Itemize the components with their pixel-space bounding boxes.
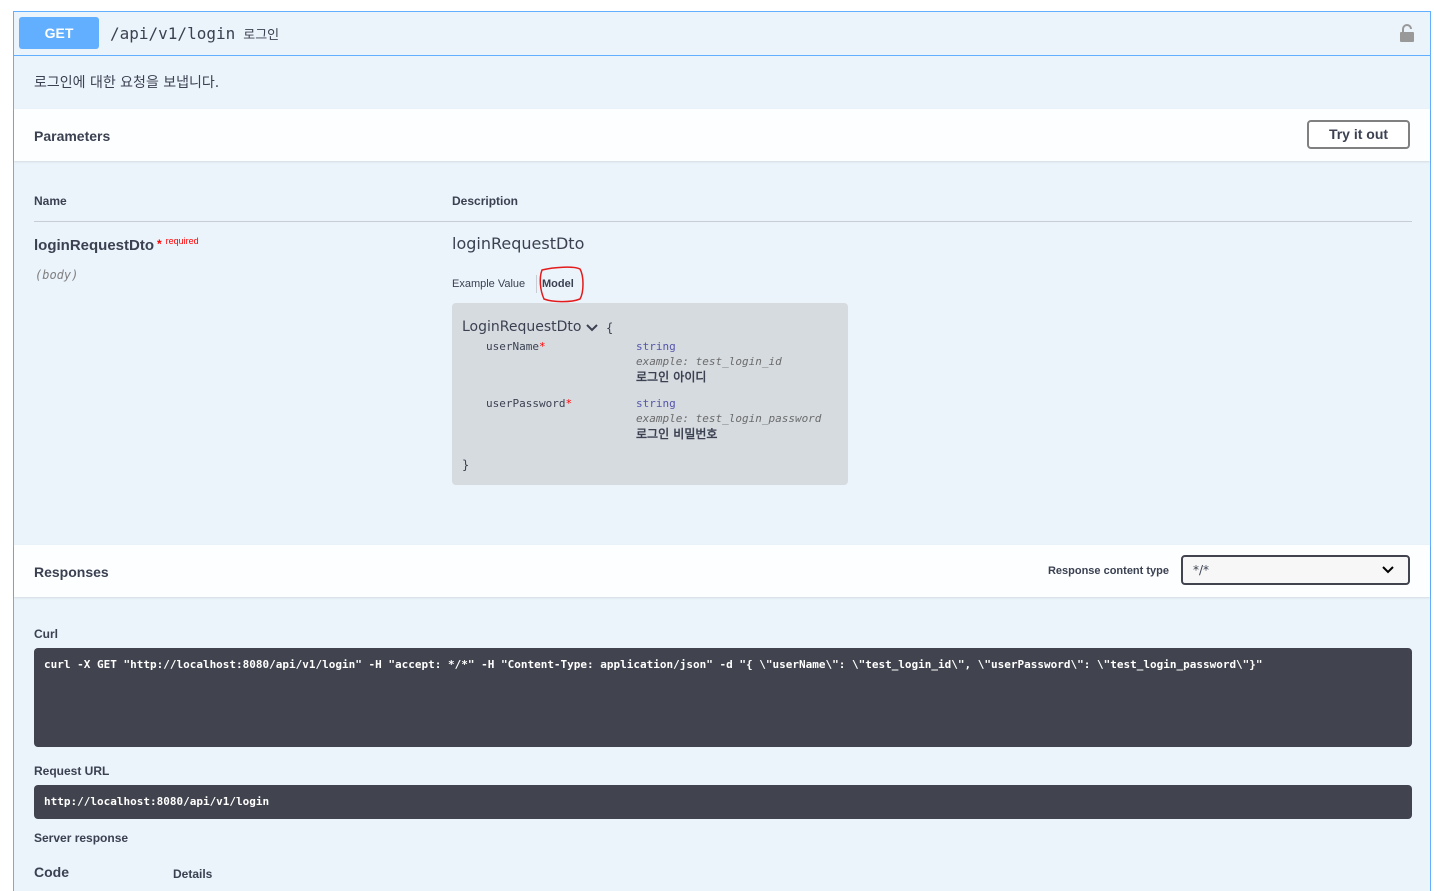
response-content-type-select[interactable]: */* <box>1181 555 1410 585</box>
col-code-header: Code <box>34 864 69 880</box>
chevron-down-icon[interactable] <box>586 323 598 333</box>
tab-example-value[interactable]: Example Value <box>452 278 525 290</box>
request-url[interactable]: http://localhost:8080/api/v1/login <box>34 785 1412 819</box>
red-circle-annotation <box>539 266 584 303</box>
operation-path: /api/v1/login 로그인 <box>110 24 279 43</box>
responses-title: Responses <box>34 564 109 580</box>
required-star: * <box>157 237 162 251</box>
model-title: LoginRequestDto <box>462 319 582 335</box>
prop-type: string <box>636 397 676 410</box>
prop-description: 로그인 아이디 <box>636 370 707 384</box>
parameters-title: Parameters <box>34 128 111 144</box>
operation-summary[interactable]: GET /api/v1/login 로그인 <box>14 12 1430 56</box>
server-response-label: Server response <box>34 831 129 845</box>
required-label: required <box>165 236 199 246</box>
model-prop-userpassword: userPassword* <box>486 397 572 410</box>
method-badge: GET <box>19 17 99 49</box>
path-text: /api/v1/login <box>110 24 236 43</box>
prop-required-star: * <box>538 340 546 353</box>
prop-example: example: test_login_id <box>636 355 782 368</box>
prop-description: 로그인 비밀번호 <box>636 427 718 441</box>
prop-name: userName <box>486 340 539 353</box>
schema-name: loginRequestDto <box>452 234 585 253</box>
prop-required-star: * <box>565 397 573 410</box>
col-details-header: Details <box>173 867 213 881</box>
header-divider <box>34 221 1412 222</box>
parameters-header: Parameters Try it out <box>14 109 1430 161</box>
param-name: loginRequestDto * required <box>34 236 199 254</box>
try-it-out-button[interactable]: Try it out <box>1307 120 1410 149</box>
model-box: LoginRequestDto { userName* string examp… <box>452 303 848 485</box>
model-prop-username: userName* <box>486 340 546 353</box>
curl-label: Curl <box>34 627 58 641</box>
operation-summary-text: 로그인 <box>243 28 280 43</box>
col-description-header: Description <box>452 194 519 208</box>
prop-example: example: test_login_password <box>636 412 822 425</box>
lock-icon[interactable] <box>1400 24 1414 42</box>
param-name-text: loginRequestDto <box>34 237 154 254</box>
param-location: (body) <box>35 268 79 282</box>
col-name-header: Name <box>34 194 67 208</box>
prop-name: userPassword <box>486 397 566 410</box>
model-close-brace: } <box>462 458 470 472</box>
operation-description: 로그인에 대한 요청을 보냅니다. <box>34 75 220 91</box>
prop-type: string <box>636 340 676 353</box>
request-url-label: Request URL <box>34 764 110 778</box>
content-type-value: */* <box>1193 563 1210 577</box>
operation-block: GET /api/v1/login 로그인 로그인에 대한 요청을 보냅니다. P… <box>13 11 1431 891</box>
responses-header: Responses Response content type */* <box>14 545 1430 597</box>
curl-command[interactable]: curl -X GET "http://localhost:8080/api/v… <box>34 648 1412 747</box>
response-content-type-label: Response content type <box>1047 565 1169 577</box>
model-open-brace: { <box>606 321 614 335</box>
chevron-down-icon <box>1382 566 1394 574</box>
